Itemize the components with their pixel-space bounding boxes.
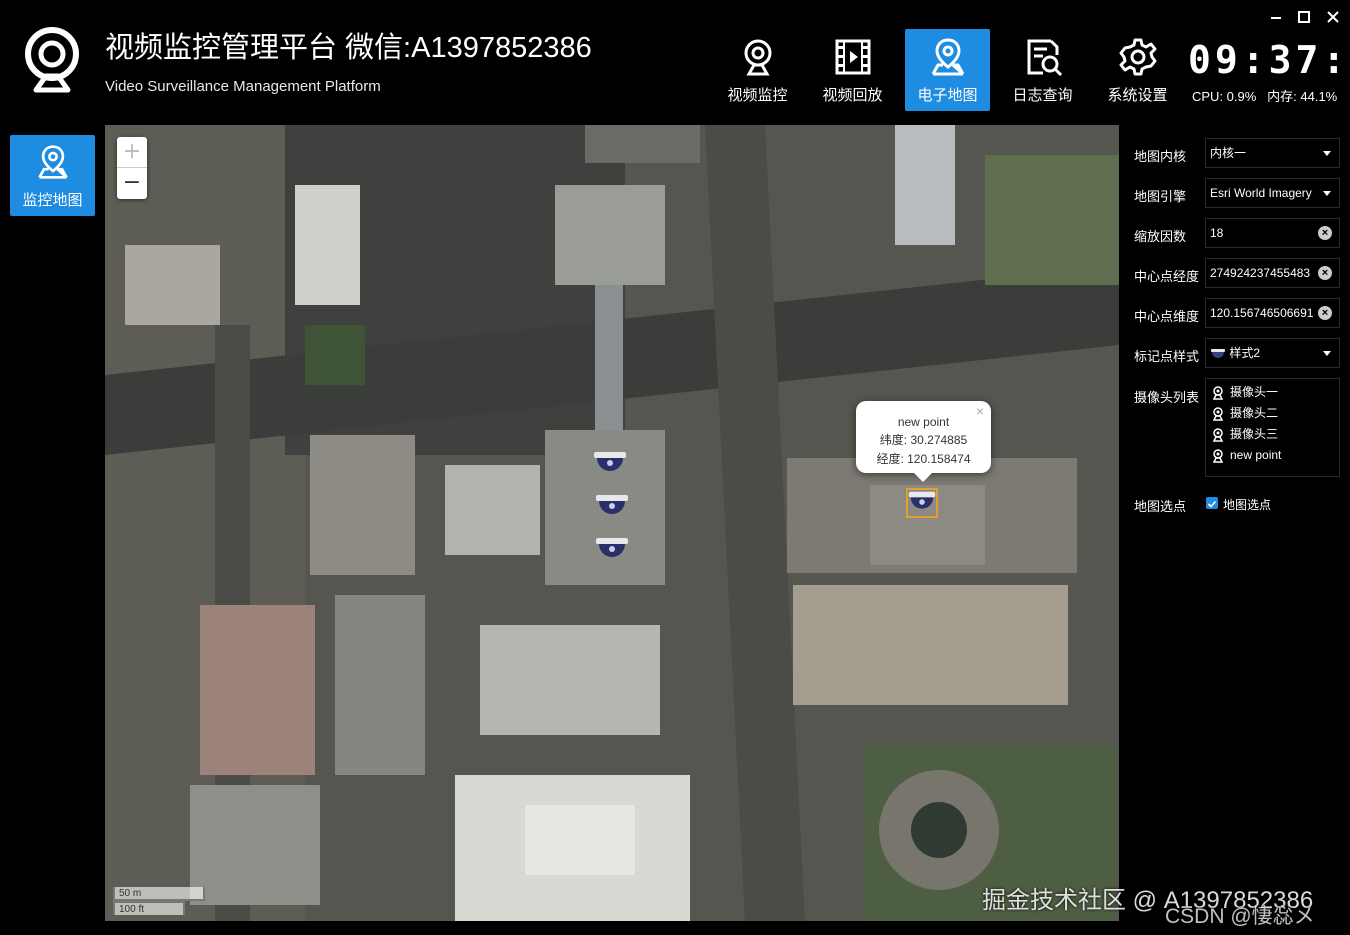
nav-label: 视频监控 — [727, 87, 788, 104]
close-icon[interactable] — [1325, 9, 1341, 25]
chevron-down-icon — [1323, 191, 1331, 196]
gear-icon — [1119, 38, 1156, 76]
kernel-select[interactable]: 内核一 — [1205, 138, 1340, 168]
nav-log-query[interactable]: 日志查询 — [1000, 29, 1085, 111]
camera-marker-icon[interactable] — [593, 450, 627, 480]
camera-marker-icon[interactable] — [595, 536, 629, 566]
log-search-icon — [1027, 39, 1062, 77]
camera-name: 摄像头一 — [1230, 385, 1279, 399]
center-lat-input[interactable]: 120.156746506691 × — [1205, 298, 1340, 328]
zoom-factor-input[interactable]: 18 × — [1205, 218, 1340, 248]
clear-icon[interactable]: × — [1318, 266, 1332, 280]
popup-title: new point — [897, 415, 950, 429]
nav-system-settings[interactable]: 系统设置 — [1095, 29, 1180, 111]
engine-value: Esri World Imagery — [1210, 186, 1312, 200]
camera-marker-icon[interactable] — [595, 493, 629, 523]
kernel-label: 地图内核 — [1134, 149, 1187, 164]
nav-label: 日志查询 — [1012, 87, 1073, 104]
webcam-logo-icon — [25, 27, 79, 93]
engine-label: 地图引擎 — [1134, 189, 1187, 204]
sidebar-item-monitor-map[interactable]: 监控地图 — [10, 135, 95, 216]
check-icon — [1207, 500, 1217, 508]
camera-dome-icon — [1211, 348, 1225, 358]
list-item[interactable]: 摄像头一 — [1206, 382, 1339, 403]
center-lng-input[interactable]: 274924237455483 × — [1205, 258, 1340, 288]
satellite-imagery — [105, 125, 1119, 921]
marker-popup: × new point 纬度: 30.274885 经度: 120.158474 — [856, 401, 991, 482]
nav-label: 视频回放 — [822, 87, 883, 104]
map-pick-checkbox-label: 地图选点 — [1223, 498, 1272, 512]
nav-video-playback[interactable]: 视频回放 — [810, 29, 895, 111]
marker-style-label: 标记点样式 — [1134, 349, 1200, 364]
center-lat-value: 120.156746506691 — [1210, 306, 1314, 320]
zoom-factor-label: 缩放因数 — [1134, 229, 1187, 244]
marker-style-select[interactable]: 样式2 — [1205, 338, 1340, 368]
clear-icon[interactable]: × — [1318, 306, 1332, 320]
memory-usage: 内存: 44.1% — [1267, 89, 1338, 104]
center-lng-value: 274924237455483 — [1210, 266, 1311, 280]
scale-metric: 50 m — [113, 887, 205, 901]
scale-imperial: 100 ft — [113, 901, 185, 915]
map-scale: 50 m 100 ft — [113, 887, 205, 915]
zoom-factor-value: 18 — [1210, 226, 1224, 240]
sidebar-item-label: 监控地图 — [22, 192, 83, 209]
camera-list: 摄像头一 摄像头二 摄像头三 new point — [1205, 378, 1340, 477]
zoom-control: + − — [117, 137, 147, 199]
app-title: 视频监控管理平台 微信:A1397852386 — [105, 32, 592, 64]
system-info: CPU: 0.9% 内存: 44.1% — [1192, 86, 1337, 105]
watermark-csdn: CSDN @悽惢メ — [1165, 905, 1315, 928]
list-item[interactable]: 摄像头三 — [1206, 424, 1339, 445]
webcam-icon — [1212, 407, 1224, 421]
marker-style-value: 样式2 — [1229, 346, 1261, 360]
film-icon — [835, 39, 870, 75]
chevron-down-icon — [1323, 151, 1331, 156]
center-lng-label: 中心点经度 — [1134, 269, 1200, 284]
minimize-icon[interactable] — [1268, 9, 1284, 25]
webcam-icon — [744, 39, 771, 76]
center-lat-label: 中心点维度 — [1134, 309, 1200, 324]
nav-e-map[interactable]: 电子地图 — [905, 29, 990, 111]
camera-name: 摄像头三 — [1230, 427, 1279, 441]
camera-name: 摄像头二 — [1230, 406, 1279, 420]
popup-longitude: 经度: 120.158474 — [876, 452, 971, 466]
camera-marker-selected-icon[interactable] — [905, 488, 939, 518]
header: 视频监控管理平台 微信:A1397852386 Video Surveillan… — [0, 0, 1350, 120]
camera-name: new point — [1230, 448, 1282, 462]
zoom-in-button[interactable]: + — [117, 137, 147, 168]
nav-label: 电子地图 — [917, 87, 978, 104]
nav-video-monitor[interactable]: 视频监控 — [715, 29, 800, 111]
map-pick-checkbox[interactable] — [1206, 497, 1218, 509]
popup-latitude: 纬度: 30.274885 — [879, 433, 968, 447]
map-pick-label: 地图选点 — [1134, 499, 1187, 514]
list-item[interactable]: new point — [1206, 445, 1339, 466]
cpu-usage: CPU: 0.9% — [1192, 89, 1257, 104]
satellite-map[interactable]: + − × new point 纬度: 30.274885 经度: 120.15… — [105, 125, 1119, 921]
clock: 09:37:16 — [1188, 38, 1350, 82]
app-subtitle: Video Surveillance Management Platform — [105, 78, 381, 95]
popup-close-button[interactable]: × — [976, 403, 984, 419]
webcam-icon — [1212, 449, 1224, 463]
maximize-icon[interactable] — [1296, 9, 1312, 25]
list-item[interactable]: 摄像头二 — [1206, 403, 1339, 424]
webcam-icon — [1212, 428, 1224, 442]
map-pin-icon — [931, 38, 964, 76]
webcam-icon — [1212, 386, 1224, 400]
engine-select[interactable]: Esri World Imagery — [1205, 178, 1340, 208]
nav-label: 系统设置 — [1107, 87, 1168, 104]
kernel-value: 内核一 — [1210, 146, 1247, 160]
zoom-out-button[interactable]: − — [117, 168, 147, 199]
map-pin-icon — [37, 145, 68, 179]
camera-list-label: 摄像头列表 — [1134, 390, 1200, 405]
chevron-down-icon — [1323, 351, 1331, 356]
clear-icon[interactable]: × — [1318, 226, 1332, 240]
